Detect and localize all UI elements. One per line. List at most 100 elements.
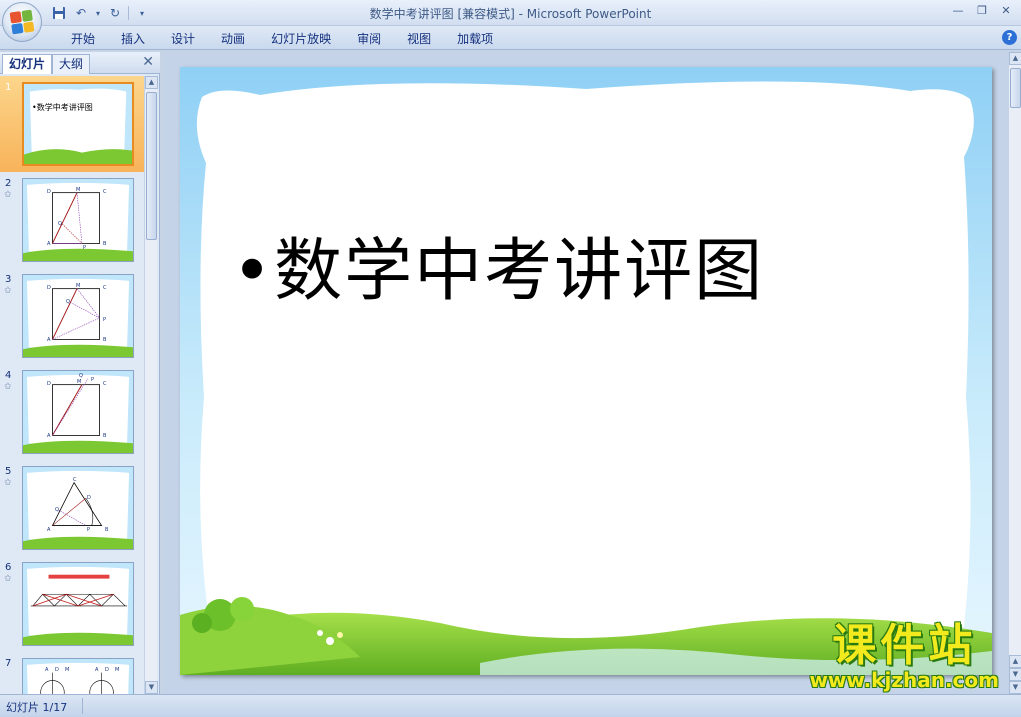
tab-design[interactable]: 设计	[158, 30, 208, 48]
thumb-label: Q	[66, 299, 70, 305]
slide-thumbnail: A D M A D M	[22, 658, 134, 694]
ribbon-tabs: 开始 插入 设计 动画 幻灯片放映 审阅 视图 加载项	[58, 30, 506, 48]
thumb-label: C	[103, 189, 107, 195]
slide-counter: 幻灯片 1/17	[6, 701, 68, 714]
slide-editor: •数学中考讲评图	[163, 52, 1008, 694]
title-bar: ↶ ▾ ↻ ▾ 数学中考讲评图 [兼容模式] - Microsoft Power…	[0, 0, 1021, 26]
tab-view[interactable]: 视图	[394, 30, 444, 48]
thumb-label: C	[103, 285, 107, 291]
thumb-label: M	[76, 187, 81, 193]
thumb-label: M	[65, 667, 70, 673]
watermark-url: www.kjzhan.com	[809, 668, 999, 692]
slide-number: 6	[5, 562, 12, 573]
slide-number: 5	[5, 466, 12, 477]
tab-review[interactable]: 审阅	[344, 30, 394, 48]
thumb-label: A	[47, 527, 51, 533]
thumb-label: B	[103, 337, 107, 343]
scroll-down-icon[interactable]: ▼	[1009, 681, 1021, 694]
close-icon[interactable]: ✕	[995, 2, 1017, 18]
thumb-label: M	[115, 667, 120, 673]
scrollbar-thumb[interactable]	[1010, 68, 1021, 108]
slide-thumbnail: D M C Q P A B	[22, 274, 134, 358]
thumb-label: C	[73, 477, 77, 483]
animation-icon: ✩	[4, 382, 12, 392]
slide-thumb-6[interactable]: 6 ✩	[0, 556, 145, 652]
panel-tabs: 幻灯片 大纲 ✕	[0, 52, 160, 74]
powerpoint-window: ↶ ▾ ↻ ▾ 数学中考讲评图 [兼容模式] - Microsoft Power…	[0, 0, 1021, 717]
slide-background	[180, 67, 992, 675]
thumb-label: B	[105, 527, 109, 533]
thumb-label: D	[55, 667, 59, 673]
slide-thumb-3[interactable]: 3 ✩ D M C Q P A B	[0, 268, 145, 364]
window-controls: — ❐ ✕	[947, 2, 1017, 18]
animation-icon: ✩	[4, 478, 12, 488]
slide-thumbnail	[22, 562, 134, 646]
thumb-label: A	[47, 241, 51, 247]
thumb-label: A	[45, 667, 49, 673]
scroll-up-icon[interactable]: ▲	[1009, 52, 1021, 65]
tab-animations[interactable]: 动画	[208, 30, 258, 48]
office-button[interactable]	[2, 2, 42, 42]
thumb-label: A	[95, 667, 99, 673]
status-bar: 幻灯片 1/17	[0, 694, 1021, 717]
slide-title[interactable]: •数学中考讲评图	[232, 215, 764, 314]
thumb-label: P	[103, 317, 107, 323]
tab-addins[interactable]: 加载项	[444, 30, 506, 48]
tab-home[interactable]: 开始	[58, 30, 108, 48]
thumb-label: D	[47, 189, 51, 195]
animation-icon: ✩	[4, 286, 12, 296]
slide-number: 7	[5, 658, 12, 669]
tab-outline[interactable]: 大纲	[52, 54, 91, 74]
slide-thumb-2[interactable]: 2 ✩ D M C Q A P B	[0, 172, 145, 268]
window-title: 数学中考讲评图 [兼容模式] - Microsoft PowerPoint	[369, 7, 652, 21]
thumb-label: C	[103, 381, 107, 387]
slide-thumbnail: •数学中考讲评图	[22, 82, 134, 166]
thumb-label: P	[91, 377, 95, 383]
scroll-up-icon[interactable]: ▲	[145, 76, 158, 89]
watermark-title: 课件站	[832, 620, 977, 671]
thumb-label: Q	[55, 507, 59, 513]
ribbon: 开始 插入 设计 动画 幻灯片放映 审阅 视图 加载项 ?	[0, 26, 1021, 50]
slides-panel: 幻灯片 大纲 ✕ 1 •数学中考讲评图 2 ✩ D M C Q A P B 3 …	[0, 52, 160, 694]
panel-close-icon[interactable]: ✕	[142, 54, 154, 70]
thumb-label: D	[105, 667, 109, 673]
tab-insert[interactable]: 插入	[108, 30, 158, 48]
restore-icon[interactable]: ❐	[971, 2, 993, 18]
slide-thumb-5[interactable]: 5 ✩ C Q D A P B	[0, 460, 145, 556]
thumb-label: Q	[58, 221, 62, 227]
slide-number: 3	[5, 274, 12, 285]
next-slide-icon[interactable]: ▼	[1009, 668, 1021, 681]
slide-thumbnail: C Q D A P B	[22, 466, 134, 550]
status-separator	[82, 698, 83, 714]
current-slide[interactable]: •数学中考讲评图	[180, 67, 992, 675]
office-logo-icon	[9, 9, 35, 35]
tab-slides[interactable]: 幻灯片	[2, 54, 53, 74]
thumb-label: A	[47, 337, 51, 343]
help-icon[interactable]: ?	[1002, 30, 1017, 45]
animation-icon: ✩	[4, 190, 12, 200]
slide-thumbnail: Q P D M C A B	[22, 370, 134, 454]
scroll-down-icon[interactable]: ▼	[145, 681, 158, 694]
tab-slideshow[interactable]: 幻灯片放映	[258, 30, 344, 48]
slide-thumb-1[interactable]: 1 •数学中考讲评图	[0, 76, 145, 172]
prev-slide-icon[interactable]: ▲	[1009, 655, 1021, 668]
minimize-icon[interactable]: —	[947, 2, 969, 18]
slide-thumbnail: D M C Q A P B	[22, 178, 134, 262]
slide-number: 2	[5, 178, 12, 189]
thumb-label: B	[103, 433, 107, 439]
thumb-label: B	[103, 241, 107, 247]
editor-scrollbar[interactable]: ▲ ▲ ▼ ▼	[1008, 52, 1021, 694]
thumb-label: M	[77, 379, 82, 385]
thumb-title: •数学中考讲评图	[32, 103, 93, 112]
thumb-label: D	[87, 495, 91, 501]
slide-number: 4	[5, 370, 12, 381]
slide-thumbnails: 1 •数学中考讲评图 2 ✩ D M C Q A P B 3 ✩ D M C Q…	[0, 76, 145, 694]
thumb-label: P	[83, 245, 87, 251]
slide-thumb-7[interactable]: 7 A D M A D M	[0, 652, 145, 694]
scrollbar-thumb[interactable]	[146, 92, 157, 240]
slide-number: 1	[5, 82, 12, 93]
slide-thumb-4[interactable]: 4 ✩ Q P D M C A B	[0, 364, 145, 460]
watermark-logo: 课件站 www.kjzhan.com	[809, 620, 999, 692]
thumb-label: A	[47, 433, 51, 439]
thumbnails-scrollbar[interactable]: ▲ ▼	[144, 76, 158, 694]
